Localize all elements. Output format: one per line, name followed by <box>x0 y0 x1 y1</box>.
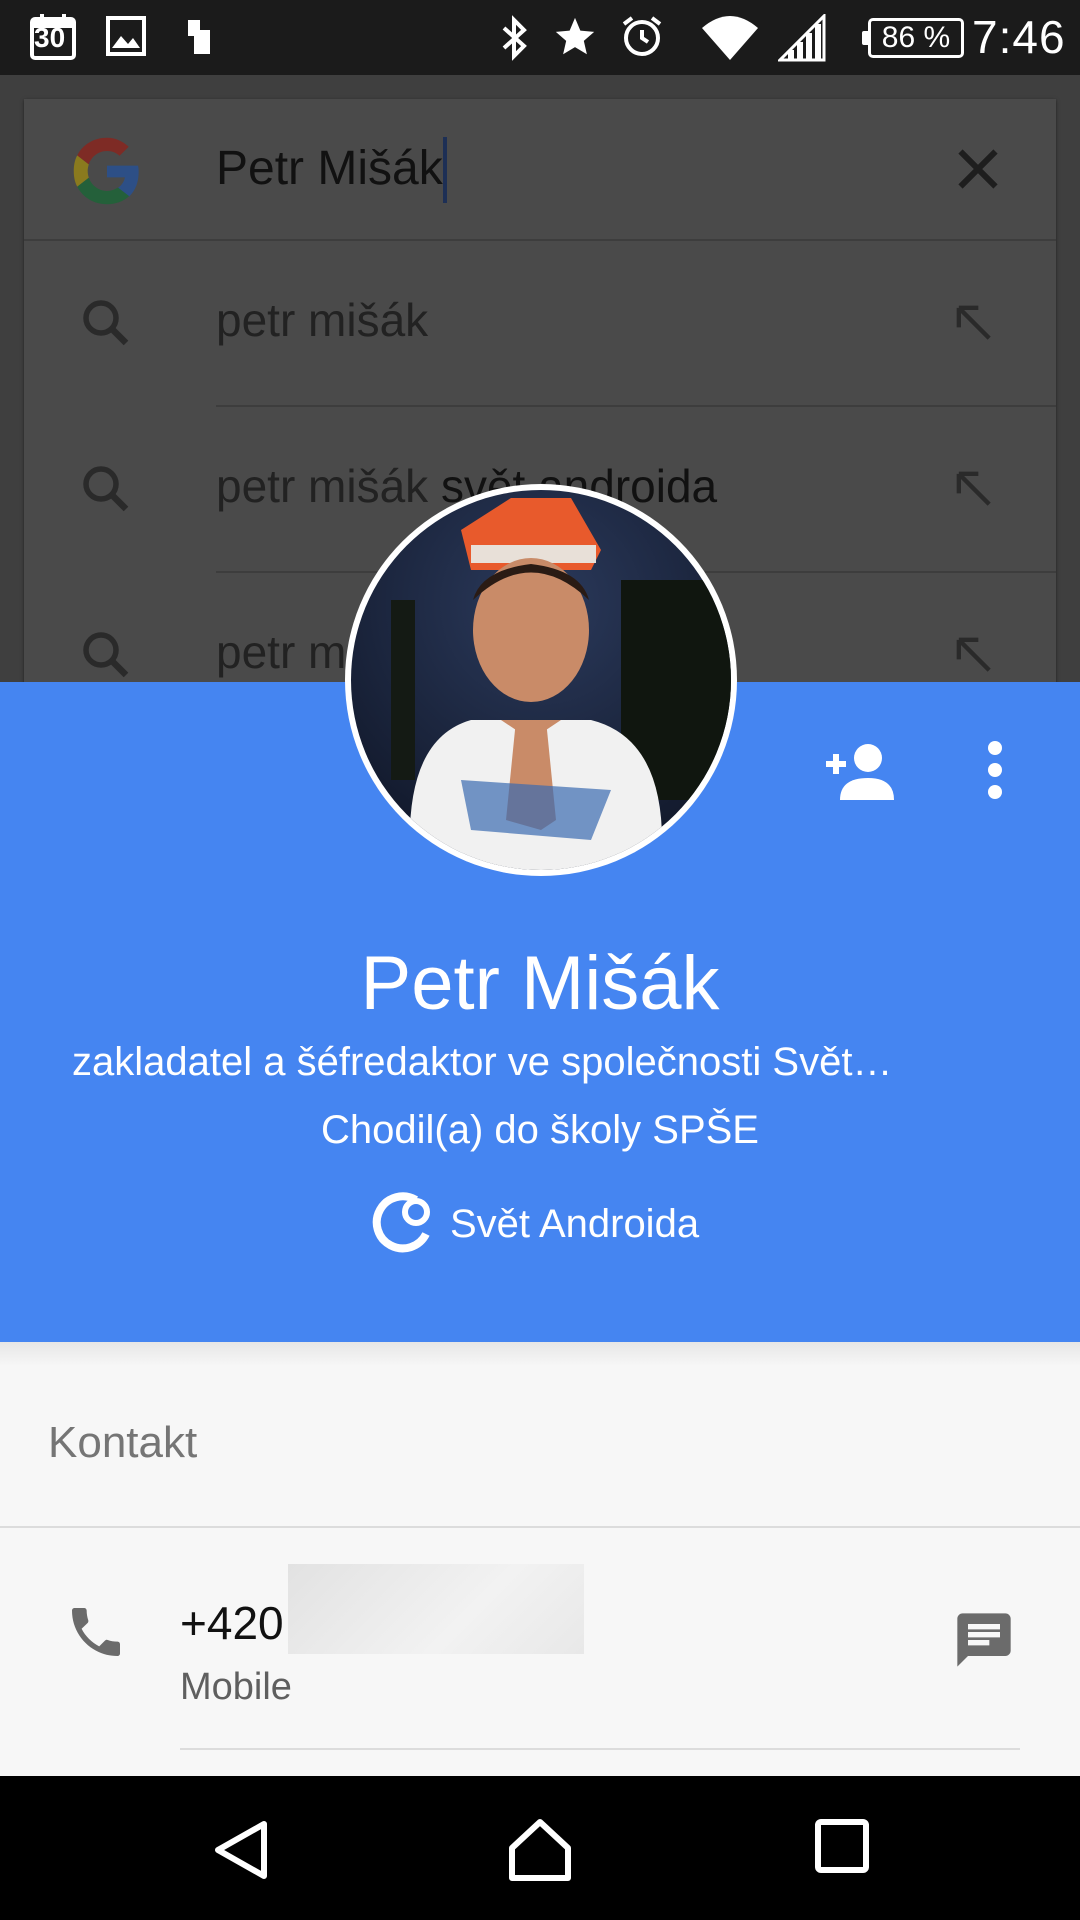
search-input[interactable]: Petr Mišák <box>216 141 443 196</box>
phone-type: Mobile <box>180 1666 292 1708</box>
suggestion-text: petr m <box>216 625 346 679</box>
redacted-number <box>288 1564 584 1654</box>
suggestion-prefix: petr mišák <box>216 460 429 512</box>
gallery-icon <box>106 16 146 61</box>
search-icon <box>76 459 136 524</box>
search-icon <box>76 293 136 358</box>
close-icon[interactable] <box>948 139 1008 204</box>
contact-name: Petr Mišák <box>360 941 720 1026</box>
back-icon[interactable] <box>210 1818 274 1887</box>
text-cursor <box>443 137 447 203</box>
fill-query-arrow-icon[interactable] <box>948 297 1000 354</box>
calendar-day: 30 <box>34 22 66 53</box>
phone-number: +420 <box>180 1597 284 1649</box>
suggestion-prefix: petr mišák <box>216 294 429 346</box>
phone-icon <box>64 1600 128 1669</box>
avatar-photo <box>351 490 731 870</box>
phone-row[interactable]: +420 Mobile <box>0 1528 1080 1748</box>
home-icon[interactable] <box>506 1818 574 1887</box>
message-icon[interactable] <box>952 1608 1016 1677</box>
suggestion-item[interactable]: petr mišák <box>24 241 1056 407</box>
signal-icon <box>776 12 826 67</box>
battery-percent: 86 % <box>881 21 951 54</box>
recents-icon[interactable] <box>814 1818 870 1879</box>
clock: 7:46 <box>972 11 1066 63</box>
fill-query-arrow-icon[interactable] <box>948 629 1000 682</box>
wifi-icon <box>700 12 760 67</box>
divider <box>180 1748 1020 1750</box>
search-bar[interactable]: Petr Mišák <box>24 99 1056 241</box>
alarm-icon <box>618 12 666 65</box>
google-logo-icon <box>69 133 145 214</box>
suggestion-text: petr mišák <box>216 293 428 347</box>
section-heading: Kontakt <box>48 1418 198 1467</box>
search-icon <box>76 625 136 682</box>
bluetooth-icon <box>500 14 530 67</box>
navigation-bar <box>0 1776 1080 1920</box>
website-name: Svět Androida <box>450 1201 700 1246</box>
website-logo-icon <box>372 1190 436 1259</box>
battery-icon: 86 % <box>862 18 964 58</box>
sd-card-icon <box>184 16 214 63</box>
fill-query-arrow-icon[interactable] <box>948 463 1000 520</box>
shadow <box>0 1342 1080 1366</box>
contact-school: Chodil(a) do školy SPŠE <box>321 1108 759 1152</box>
suggestion-prefix: petr m <box>216 626 347 678</box>
website-link[interactable]: Svět Androida <box>372 1190 700 1259</box>
contact-section: Kontakt +420 Mobile <box>0 1342 1080 1776</box>
more-options-icon[interactable] <box>980 738 1010 802</box>
contact-avatar[interactable] <box>345 484 737 876</box>
status-bar: 30 86 % 7:46 <box>0 0 1080 75</box>
star-icon <box>552 14 598 65</box>
add-contact-icon[interactable] <box>822 740 894 804</box>
contact-job-title: zakladatel a šéfredaktor ve společnosti … <box>72 1040 893 1084</box>
